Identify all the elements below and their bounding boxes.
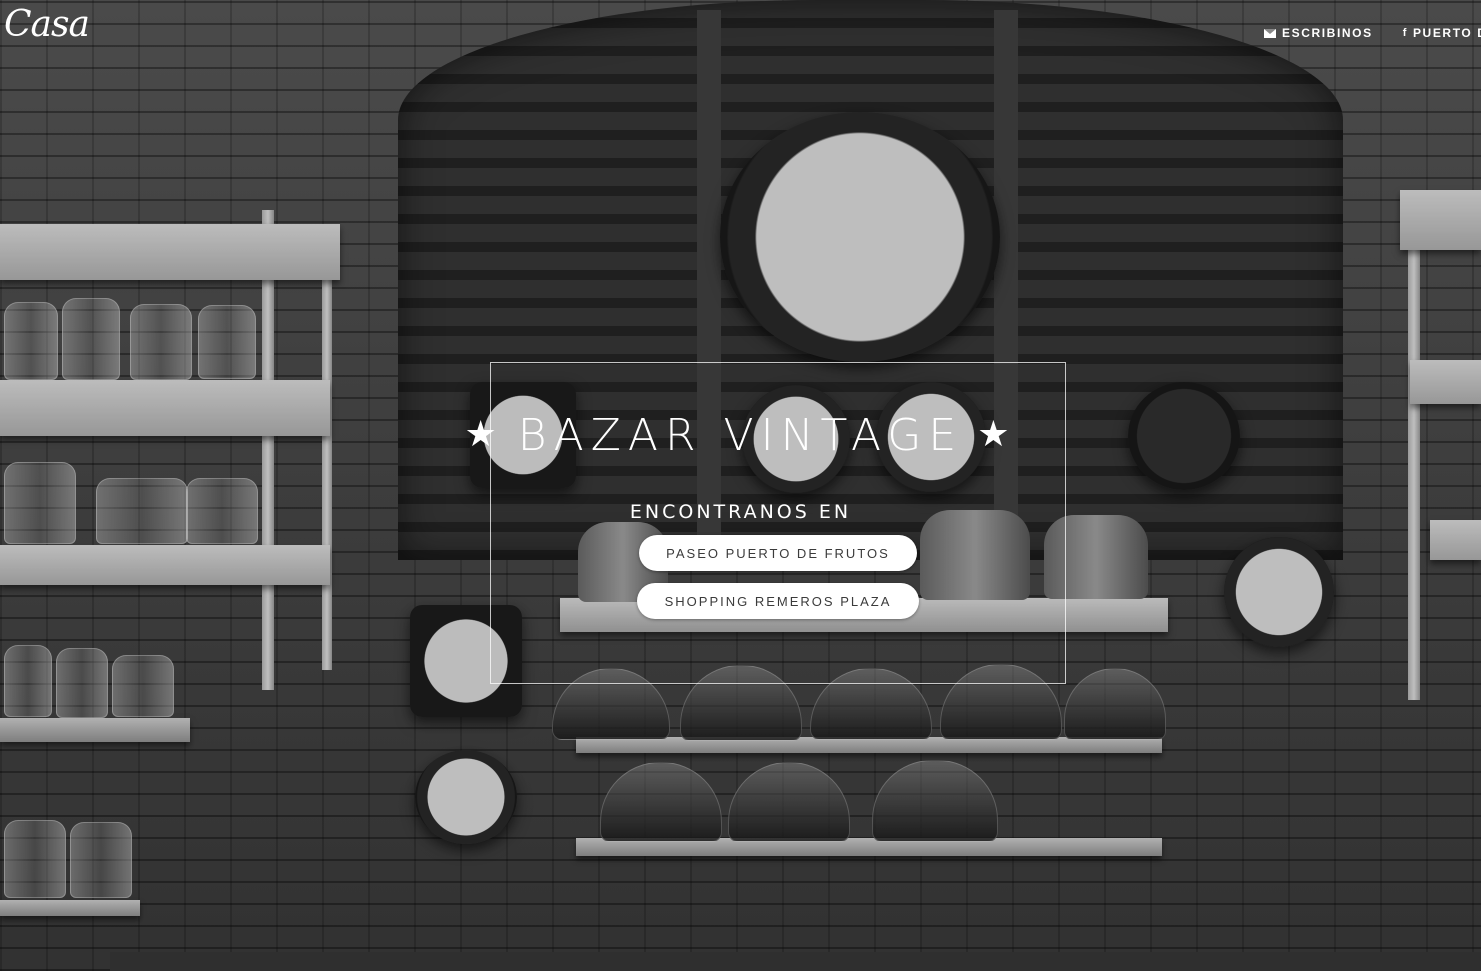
location-button-puerto-de-frutos[interactable]: PASEO PUERTO DE FRUTOS bbox=[639, 535, 917, 571]
hero-title-text: BAZAR VINTAGE bbox=[517, 410, 964, 461]
facebook-icon: f bbox=[1402, 27, 1408, 39]
site-logo[interactable]: Casa bbox=[4, 4, 90, 45]
nav-link-label: PUERTO DE bbox=[1412, 26, 1481, 40]
top-nav: ESCRIBINOS f PUERTO DE bbox=[1264, 26, 1481, 40]
nav-link-label: ESCRIBINOS bbox=[1282, 26, 1373, 40]
location-button-remeros-plaza[interactable]: SHOPPING REMEROS PLAZA bbox=[637, 583, 919, 619]
star-icon: ★ bbox=[977, 414, 1017, 455]
nav-link-facebook[interactable]: f PUERTO DE bbox=[1403, 26, 1481, 40]
hero-title: ★ BAZAR VINTAGE ★ bbox=[0, 410, 1481, 461]
envelope-icon bbox=[1264, 28, 1276, 38]
star-icon: ★ bbox=[464, 414, 504, 455]
hero-subtitle: ENCONTRANOS EN bbox=[629, 501, 852, 523]
hero-section: Casa ESCRIBINOS f PUERTO DE ★ BAZAR VINTA… bbox=[0, 0, 1481, 971]
nav-link-escribinos[interactable]: ESCRIBINOS bbox=[1264, 26, 1373, 40]
